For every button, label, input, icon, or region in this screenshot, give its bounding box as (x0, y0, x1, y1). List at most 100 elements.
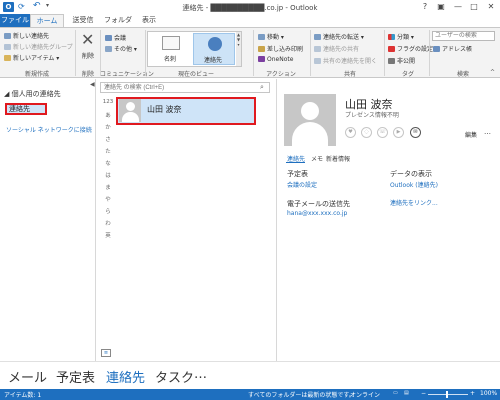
nav-tasks[interactable]: タスク (155, 367, 194, 386)
gallery-scroll[interactable]: ▲ ▼ ▾ (236, 32, 241, 66)
onenote-button[interactable]: OneNote (258, 56, 293, 63)
my-contacts-header[interactable]: ◢ 個人用の連絡先 (4, 89, 61, 99)
address-book-button[interactable]: アドレス帳 (433, 44, 472, 53)
favorite-icon[interactable]: ♥ (345, 127, 356, 138)
normal-view-icon[interactable]: ▭ (393, 390, 398, 396)
collapse-ribbon-icon[interactable]: ^ (490, 69, 495, 76)
open-shared-contacts-button[interactable]: 共有の連絡先を開く (314, 56, 377, 65)
phone-icon[interactable]: ☏ (377, 127, 388, 138)
index-ta[interactable]: た (102, 147, 114, 155)
email-address-link[interactable]: hana@xxx.xxx.co.jp (287, 210, 347, 217)
follow-up-flag-button[interactable]: フラグの設定 ▾ (388, 44, 438, 53)
new-contact-group-button[interactable]: 新しい連絡先グループ (4, 42, 73, 51)
mail-merge-icon (258, 46, 265, 52)
collapse-pane-icon[interactable]: ◀ (90, 81, 95, 88)
index-wa[interactable]: わ (102, 219, 114, 227)
meeting-button[interactable]: 会議 (105, 33, 126, 42)
ribbon-divider (429, 30, 430, 76)
index-en[interactable]: 英 (102, 231, 114, 239)
email-icon[interactable]: ✉ (410, 127, 421, 138)
help-button[interactable]: ? (418, 1, 432, 12)
zoom-slider-track[interactable] (428, 394, 468, 395)
nav-people[interactable]: 連絡先 (106, 367, 145, 386)
item-count: アイテム数: 1 (4, 392, 42, 399)
zoom-in-button[interactable]: + (470, 390, 475, 397)
people-pane-icon[interactable]: ≡ (101, 349, 111, 357)
tab-send-receive[interactable]: 送受信 (68, 14, 98, 27)
ribbon-display-button[interactable]: ▣ (434, 1, 448, 12)
schedule-heading: 予定表 (287, 170, 308, 178)
index-sa[interactable]: さ (102, 135, 114, 143)
index-ha[interactable]: は (102, 171, 114, 179)
view-people[interactable]: 連絡先 (193, 33, 235, 65)
contact-card-icon (4, 33, 11, 39)
contact-group-icon (4, 44, 11, 50)
tab-folder[interactable]: フォルダー (101, 14, 135, 37)
mail-merge-button[interactable]: 差し込み印刷 (258, 44, 303, 53)
connection-status: オンライン (350, 392, 381, 399)
view-business-card[interactable]: 名刺 (150, 33, 192, 65)
group-label-tags: タグ (401, 71, 414, 78)
forward-contact-icon (314, 34, 321, 40)
close-button[interactable]: ✕ (484, 1, 498, 12)
new-contact-button[interactable]: 新しい連絡先 (4, 31, 49, 40)
data-source-link[interactable]: Outlook (連絡先) (390, 180, 438, 189)
index-123[interactable]: 123 (102, 99, 114, 105)
search-people-input[interactable] (432, 31, 495, 41)
nav-calendar[interactable]: 予定表 (56, 367, 95, 386)
delete-button[interactable]: 削除 (82, 51, 94, 60)
index-ma[interactable]: ま (102, 183, 114, 191)
address-book-icon (433, 46, 440, 52)
minimize-button[interactable]: — (451, 1, 465, 12)
schedule-meeting-link[interactable]: 会議の設定 (287, 180, 317, 189)
delete-x-icon[interactable]: ✕ (81, 30, 94, 49)
folder-contacts[interactable]: 連絡先 (5, 103, 47, 115)
tab-home[interactable]: ホーム (30, 14, 64, 27)
edit-contact-button[interactable]: 編集 (465, 130, 477, 139)
more-button[interactable]: その他 ▾ (105, 44, 137, 53)
tab-file[interactable]: ファイル (0, 14, 30, 27)
connect-social-network-link[interactable]: ソーシャル ネットワークに接続 (6, 125, 92, 134)
im-icon[interactable]: ◌ (361, 127, 372, 138)
flag-icon (388, 46, 395, 52)
ribbon-divider (384, 30, 385, 76)
tab-view[interactable]: 表示 (138, 14, 160, 27)
more-options-button[interactable]: … (484, 128, 491, 136)
zoom-out-button[interactable]: − (421, 390, 426, 397)
index-ra[interactable]: ら (102, 207, 114, 215)
nav-mail[interactable]: メール (8, 367, 47, 386)
magnifier-icon[interactable]: ⌕ (260, 83, 264, 92)
open-shared-icon (314, 58, 321, 64)
index-a[interactable]: あ (102, 111, 114, 119)
new-items-button[interactable]: 新しいアイテム ▾ (4, 53, 59, 62)
reading-view-icon[interactable]: ▤ (404, 390, 409, 396)
sync-status: すべてのフォルダーは最新の状態です。 (248, 392, 355, 399)
group-label-find: 検索 (456, 71, 469, 78)
index-ka[interactable]: か (102, 123, 114, 131)
zoom-slider-thumb[interactable] (446, 391, 448, 398)
ribbon-divider (310, 30, 311, 76)
tab-whats-new[interactable]: 新着情報 (326, 154, 350, 163)
ribbon-divider (145, 30, 146, 76)
private-button[interactable]: 非公開 (388, 56, 415, 65)
share-contacts-button[interactable]: 連絡先の共有 (314, 44, 359, 53)
active-tab-indicator (286, 162, 305, 163)
video-icon[interactable]: ▶ (393, 127, 404, 138)
move-button[interactable]: 移動 ▾ (258, 32, 284, 41)
nav-more[interactable]: … (194, 367, 207, 382)
categorize-button[interactable]: 分類 ▾ (388, 32, 414, 41)
maximize-button[interactable]: □ (467, 1, 481, 12)
group-label-communication: コミュニケーション (100, 71, 154, 78)
meeting-icon (105, 35, 112, 41)
index-ya[interactable]: や (102, 195, 114, 203)
index-na[interactable]: な (102, 159, 114, 167)
forward-contact-button[interactable]: 連絡先の転送 ▾ (314, 32, 364, 41)
group-label-new: 新規作成 (24, 71, 49, 78)
contacts-search-input[interactable] (100, 82, 270, 93)
link-contacts-link[interactable]: 連絡先をリンク... (390, 198, 438, 207)
group-label-actions: アクション (266, 71, 296, 78)
onenote-icon (258, 56, 265, 62)
more-icon (105, 46, 112, 52)
tab-notes[interactable]: メモ (311, 154, 323, 163)
photo-head (301, 102, 319, 120)
